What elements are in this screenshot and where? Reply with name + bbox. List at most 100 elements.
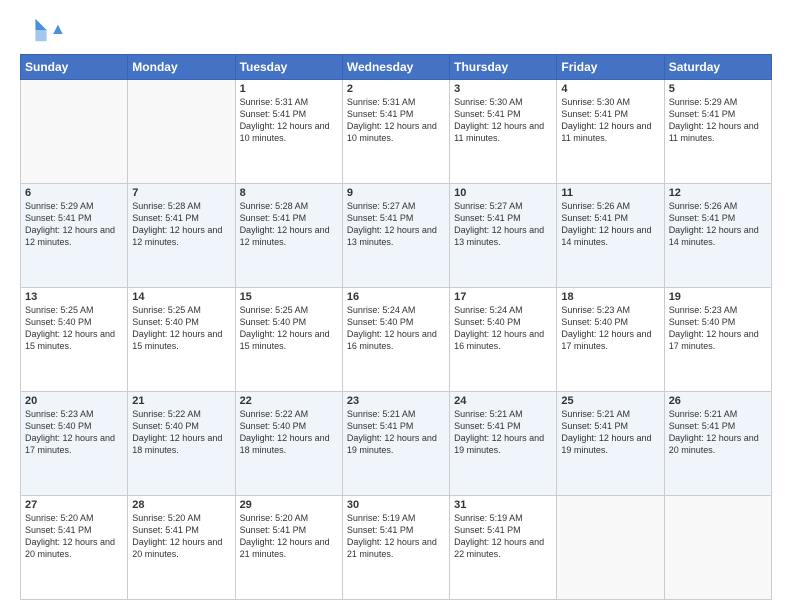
day-info: Sunrise: 5:22 AM Sunset: 5:40 PM Dayligh… bbox=[132, 408, 230, 457]
day-info: Sunrise: 5:21 AM Sunset: 5:41 PM Dayligh… bbox=[561, 408, 659, 457]
calendar-cell: 5Sunrise: 5:29 AM Sunset: 5:41 PM Daylig… bbox=[664, 80, 771, 184]
page: ▲ SundayMondayTuesdayWednesdayThursdayFr… bbox=[0, 0, 792, 612]
day-number: 30 bbox=[347, 499, 445, 511]
calendar-cell: 19Sunrise: 5:23 AM Sunset: 5:40 PM Dayli… bbox=[664, 288, 771, 392]
day-number: 18 bbox=[561, 291, 659, 303]
calendar-cell bbox=[21, 80, 128, 184]
week-row-4: 20Sunrise: 5:23 AM Sunset: 5:40 PM Dayli… bbox=[21, 392, 772, 496]
day-number: 27 bbox=[25, 499, 123, 511]
calendar-cell: 26Sunrise: 5:21 AM Sunset: 5:41 PM Dayli… bbox=[664, 392, 771, 496]
day-number: 19 bbox=[669, 291, 767, 303]
day-info: Sunrise: 5:21 AM Sunset: 5:41 PM Dayligh… bbox=[669, 408, 767, 457]
calendar-cell: 14Sunrise: 5:25 AM Sunset: 5:40 PM Dayli… bbox=[128, 288, 235, 392]
calendar-cell: 4Sunrise: 5:30 AM Sunset: 5:41 PM Daylig… bbox=[557, 80, 664, 184]
calendar-table: SundayMondayTuesdayWednesdayThursdayFrid… bbox=[20, 54, 772, 600]
day-number: 25 bbox=[561, 395, 659, 407]
day-info: Sunrise: 5:30 AM Sunset: 5:41 PM Dayligh… bbox=[561, 96, 659, 145]
day-info: Sunrise: 5:19 AM Sunset: 5:41 PM Dayligh… bbox=[454, 512, 552, 561]
day-number: 13 bbox=[25, 291, 123, 303]
calendar-cell: 21Sunrise: 5:22 AM Sunset: 5:40 PM Dayli… bbox=[128, 392, 235, 496]
day-number: 24 bbox=[454, 395, 552, 407]
calendar-body: 1Sunrise: 5:31 AM Sunset: 5:41 PM Daylig… bbox=[21, 80, 772, 600]
calendar-cell bbox=[128, 80, 235, 184]
day-number: 6 bbox=[25, 187, 123, 199]
weekday-friday: Friday bbox=[557, 55, 664, 80]
day-info: Sunrise: 5:20 AM Sunset: 5:41 PM Dayligh… bbox=[240, 512, 338, 561]
day-info: Sunrise: 5:31 AM Sunset: 5:41 PM Dayligh… bbox=[240, 96, 338, 145]
calendar-cell: 29Sunrise: 5:20 AM Sunset: 5:41 PM Dayli… bbox=[235, 496, 342, 600]
calendar-cell: 16Sunrise: 5:24 AM Sunset: 5:40 PM Dayli… bbox=[342, 288, 449, 392]
day-number: 31 bbox=[454, 499, 552, 511]
week-row-1: 1Sunrise: 5:31 AM Sunset: 5:41 PM Daylig… bbox=[21, 80, 772, 184]
day-number: 16 bbox=[347, 291, 445, 303]
day-number: 2 bbox=[347, 83, 445, 95]
calendar-cell: 1Sunrise: 5:31 AM Sunset: 5:41 PM Daylig… bbox=[235, 80, 342, 184]
day-info: Sunrise: 5:27 AM Sunset: 5:41 PM Dayligh… bbox=[454, 200, 552, 249]
week-row-5: 27Sunrise: 5:20 AM Sunset: 5:41 PM Dayli… bbox=[21, 496, 772, 600]
weekday-header: SundayMondayTuesdayWednesdayThursdayFrid… bbox=[21, 55, 772, 80]
calendar-cell bbox=[557, 496, 664, 600]
day-number: 21 bbox=[132, 395, 230, 407]
calendar-cell: 10Sunrise: 5:27 AM Sunset: 5:41 PM Dayli… bbox=[450, 184, 557, 288]
day-number: 3 bbox=[454, 83, 552, 95]
calendar-cell bbox=[664, 496, 771, 600]
day-info: Sunrise: 5:29 AM Sunset: 5:41 PM Dayligh… bbox=[669, 96, 767, 145]
calendar-cell: 7Sunrise: 5:28 AM Sunset: 5:41 PM Daylig… bbox=[128, 184, 235, 288]
weekday-tuesday: Tuesday bbox=[235, 55, 342, 80]
day-number: 10 bbox=[454, 187, 552, 199]
week-row-3: 13Sunrise: 5:25 AM Sunset: 5:40 PM Dayli… bbox=[21, 288, 772, 392]
day-info: Sunrise: 5:27 AM Sunset: 5:41 PM Dayligh… bbox=[347, 200, 445, 249]
calendar-cell: 17Sunrise: 5:24 AM Sunset: 5:40 PM Dayli… bbox=[450, 288, 557, 392]
calendar-cell: 11Sunrise: 5:26 AM Sunset: 5:41 PM Dayli… bbox=[557, 184, 664, 288]
calendar-cell: 12Sunrise: 5:26 AM Sunset: 5:41 PM Dayli… bbox=[664, 184, 771, 288]
calendar-cell: 25Sunrise: 5:21 AM Sunset: 5:41 PM Dayli… bbox=[557, 392, 664, 496]
calendar-cell: 6Sunrise: 5:29 AM Sunset: 5:41 PM Daylig… bbox=[21, 184, 128, 288]
day-info: Sunrise: 5:20 AM Sunset: 5:41 PM Dayligh… bbox=[25, 512, 123, 561]
calendar-cell: 23Sunrise: 5:21 AM Sunset: 5:41 PM Dayli… bbox=[342, 392, 449, 496]
day-info: Sunrise: 5:24 AM Sunset: 5:40 PM Dayligh… bbox=[347, 304, 445, 353]
calendar-cell: 27Sunrise: 5:20 AM Sunset: 5:41 PM Dayli… bbox=[21, 496, 128, 600]
day-number: 8 bbox=[240, 187, 338, 199]
day-number: 20 bbox=[25, 395, 123, 407]
day-info: Sunrise: 5:23 AM Sunset: 5:40 PM Dayligh… bbox=[561, 304, 659, 353]
day-info: Sunrise: 5:24 AM Sunset: 5:40 PM Dayligh… bbox=[454, 304, 552, 353]
day-info: Sunrise: 5:29 AM Sunset: 5:41 PM Dayligh… bbox=[25, 200, 123, 249]
day-number: 23 bbox=[347, 395, 445, 407]
calendar-cell: 28Sunrise: 5:20 AM Sunset: 5:41 PM Dayli… bbox=[128, 496, 235, 600]
calendar-cell: 13Sunrise: 5:25 AM Sunset: 5:40 PM Dayli… bbox=[21, 288, 128, 392]
day-info: Sunrise: 5:28 AM Sunset: 5:41 PM Dayligh… bbox=[132, 200, 230, 249]
day-info: Sunrise: 5:19 AM Sunset: 5:41 PM Dayligh… bbox=[347, 512, 445, 561]
calendar-cell: 2Sunrise: 5:31 AM Sunset: 5:41 PM Daylig… bbox=[342, 80, 449, 184]
day-info: Sunrise: 5:20 AM Sunset: 5:41 PM Dayligh… bbox=[132, 512, 230, 561]
day-number: 22 bbox=[240, 395, 338, 407]
day-info: Sunrise: 5:26 AM Sunset: 5:41 PM Dayligh… bbox=[561, 200, 659, 249]
weekday-sunday: Sunday bbox=[21, 55, 128, 80]
day-info: Sunrise: 5:25 AM Sunset: 5:40 PM Dayligh… bbox=[25, 304, 123, 353]
day-number: 15 bbox=[240, 291, 338, 303]
weekday-thursday: Thursday bbox=[450, 55, 557, 80]
calendar-cell: 8Sunrise: 5:28 AM Sunset: 5:41 PM Daylig… bbox=[235, 184, 342, 288]
day-info: Sunrise: 5:31 AM Sunset: 5:41 PM Dayligh… bbox=[347, 96, 445, 145]
day-number: 4 bbox=[561, 83, 659, 95]
calendar-cell: 31Sunrise: 5:19 AM Sunset: 5:41 PM Dayli… bbox=[450, 496, 557, 600]
day-info: Sunrise: 5:30 AM Sunset: 5:41 PM Dayligh… bbox=[454, 96, 552, 145]
calendar-cell: 9Sunrise: 5:27 AM Sunset: 5:41 PM Daylig… bbox=[342, 184, 449, 288]
day-info: Sunrise: 5:21 AM Sunset: 5:41 PM Dayligh… bbox=[454, 408, 552, 457]
day-number: 1 bbox=[240, 83, 338, 95]
header: ▲ bbox=[20, 16, 772, 44]
day-info: Sunrise: 5:25 AM Sunset: 5:40 PM Dayligh… bbox=[240, 304, 338, 353]
calendar-cell: 20Sunrise: 5:23 AM Sunset: 5:40 PM Dayli… bbox=[21, 392, 128, 496]
day-info: Sunrise: 5:26 AM Sunset: 5:41 PM Dayligh… bbox=[669, 200, 767, 249]
day-info: Sunrise: 5:25 AM Sunset: 5:40 PM Dayligh… bbox=[132, 304, 230, 353]
day-number: 29 bbox=[240, 499, 338, 511]
day-number: 28 bbox=[132, 499, 230, 511]
day-number: 12 bbox=[669, 187, 767, 199]
day-number: 14 bbox=[132, 291, 230, 303]
calendar-cell: 18Sunrise: 5:23 AM Sunset: 5:40 PM Dayli… bbox=[557, 288, 664, 392]
calendar-cell: 3Sunrise: 5:30 AM Sunset: 5:41 PM Daylig… bbox=[450, 80, 557, 184]
logo-icon bbox=[20, 16, 48, 44]
day-info: Sunrise: 5:23 AM Sunset: 5:40 PM Dayligh… bbox=[25, 408, 123, 457]
day-info: Sunrise: 5:23 AM Sunset: 5:40 PM Dayligh… bbox=[669, 304, 767, 353]
day-number: 11 bbox=[561, 187, 659, 199]
day-number: 7 bbox=[132, 187, 230, 199]
